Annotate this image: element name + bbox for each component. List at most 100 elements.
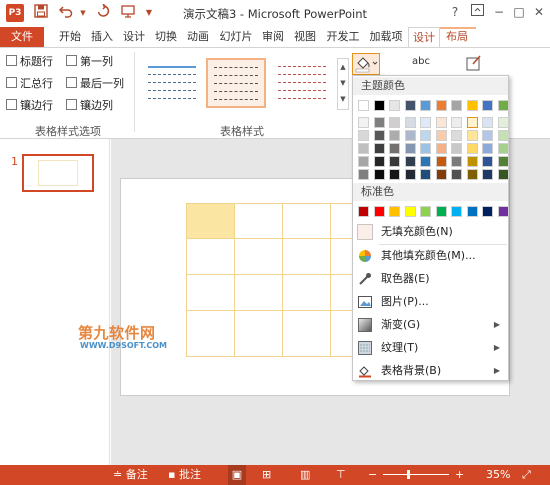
color-swatch[interactable] <box>420 117 431 128</box>
color-swatch[interactable] <box>389 169 400 180</box>
table-cell[interactable] <box>282 203 331 239</box>
slide-thumbnail[interactable] <box>22 154 94 192</box>
gallery-up-icon[interactable]: ▲ <box>338 59 348 75</box>
color-swatch[interactable] <box>420 100 431 111</box>
color-swatch[interactable] <box>466 206 478 217</box>
color-swatch[interactable] <box>497 169 509 180</box>
tab-slideshow[interactable]: 幻灯片 <box>216 27 256 47</box>
color-swatch[interactable] <box>358 206 369 217</box>
color-swatch[interactable] <box>373 206 385 217</box>
tab-table-layout[interactable]: 布局 <box>442 27 472 47</box>
color-swatch[interactable] <box>451 130 462 141</box>
color-swatch[interactable] <box>420 206 431 217</box>
color-swatch[interactable] <box>373 130 385 141</box>
table-cell[interactable] <box>186 310 235 357</box>
color-swatch[interactable] <box>404 143 416 154</box>
tab-addins[interactable]: 加载项 <box>366 27 406 47</box>
table-cell[interactable] <box>234 203 283 239</box>
color-swatch[interactable] <box>435 117 447 128</box>
color-swatch[interactable] <box>451 117 462 128</box>
tab-animations[interactable]: 动画 <box>184 27 212 47</box>
tab-developer[interactable]: 开发工 <box>323 27 363 47</box>
tab-transitions[interactable]: 切换 <box>152 27 180 47</box>
no-fill-item[interactable]: 无填充颜色(N) <box>353 221 508 243</box>
color-swatch[interactable] <box>404 169 416 180</box>
color-swatch[interactable] <box>404 206 416 217</box>
color-swatch[interactable] <box>466 117 478 128</box>
color-swatch[interactable] <box>435 100 447 111</box>
gallery-down-icon[interactable]: ▼ <box>338 75 348 91</box>
color-swatch[interactable] <box>420 130 431 141</box>
gallery-more-icon[interactable]: ▼ <box>338 91 348 107</box>
color-swatch[interactable] <box>358 143 369 154</box>
table-cell[interactable] <box>234 274 283 311</box>
color-swatch[interactable] <box>358 117 369 128</box>
normal-view-icon[interactable]: ▣ <box>228 465 246 485</box>
slideshow-icon[interactable]: ⊤ <box>336 465 346 485</box>
color-swatch[interactable] <box>435 130 447 141</box>
color-swatch[interactable] <box>482 130 493 141</box>
tab-design[interactable]: 设计 <box>120 27 148 47</box>
tab-file[interactable]: 文件 <box>0 27 44 47</box>
color-swatch[interactable] <box>389 130 400 141</box>
color-swatch[interactable] <box>482 156 493 167</box>
color-swatch[interactable] <box>451 100 462 111</box>
zoom-slider-thumb[interactable] <box>407 470 410 479</box>
color-swatch[interactable] <box>497 130 509 141</box>
table-background-item[interactable]: 表格背景(B) ▶ <box>353 360 508 382</box>
table-style-thumb-3[interactable] <box>272 58 332 108</box>
color-swatch[interactable] <box>358 156 369 167</box>
color-swatch[interactable] <box>482 117 493 128</box>
color-swatch[interactable] <box>358 130 369 141</box>
texture-item[interactable]: 纹理(T) ▶ <box>353 337 508 359</box>
tab-insert[interactable]: 插入 <box>88 27 116 47</box>
color-swatch[interactable] <box>482 100 493 111</box>
color-swatch[interactable] <box>451 169 462 180</box>
color-swatch[interactable] <box>389 156 400 167</box>
table-cell[interactable] <box>186 274 235 311</box>
table-style-thumb-selected[interactable] <box>206 58 266 108</box>
color-swatch[interactable] <box>466 156 478 167</box>
color-swatch[interactable] <box>404 100 416 111</box>
table-cell[interactable] <box>282 274 331 311</box>
close-button[interactable]: ✕ <box>530 3 548 21</box>
color-swatch[interactable] <box>373 169 385 180</box>
shading-button[interactable] <box>352 53 380 75</box>
color-swatch[interactable] <box>420 156 431 167</box>
color-swatch[interactable] <box>404 117 416 128</box>
table-cell-selected[interactable] <box>186 203 235 239</box>
tab-table-design[interactable]: 设计 <box>408 27 440 48</box>
color-swatch[interactable] <box>435 169 447 180</box>
reading-view-icon[interactable]: ▥ <box>300 465 310 485</box>
table-cell[interactable] <box>282 310 331 357</box>
color-swatch[interactable] <box>373 156 385 167</box>
eyedropper-item[interactable]: 取色器(E) <box>353 268 508 290</box>
minimize-button[interactable]: − <box>490 3 508 21</box>
tab-review[interactable]: 审阅 <box>259 27 287 47</box>
style-gallery-scroll[interactable]: ▲ ▼ ▼ <box>337 58 349 110</box>
color-swatch[interactable] <box>389 143 400 154</box>
table-style-thumb-1[interactable] <box>142 58 202 108</box>
color-swatch[interactable] <box>435 143 447 154</box>
color-swatch[interactable] <box>389 117 400 128</box>
slide-sorter-icon[interactable]: ⊞ <box>262 465 271 485</box>
color-swatch[interactable] <box>389 206 400 217</box>
color-swatch[interactable] <box>466 130 478 141</box>
zoom-slider[interactable] <box>383 474 449 475</box>
color-swatch[interactable] <box>358 169 369 180</box>
zoom-level[interactable]: 35% <box>486 465 510 485</box>
color-swatch[interactable] <box>466 143 478 154</box>
total-row-checkbox[interactable]: 汇总行 <box>6 76 53 92</box>
color-swatch[interactable] <box>497 117 509 128</box>
color-swatch[interactable] <box>420 143 431 154</box>
zoom-in-button[interactable]: + <box>455 465 464 485</box>
table-cell[interactable] <box>282 238 331 275</box>
color-swatch[interactable] <box>404 156 416 167</box>
zoom-out-button[interactable]: − <box>368 465 377 485</box>
color-swatch[interactable] <box>451 156 462 167</box>
color-swatch[interactable] <box>497 156 509 167</box>
color-swatch[interactable] <box>497 143 509 154</box>
banded-rows-checkbox[interactable]: 镶边行 <box>6 98 53 114</box>
comments-button[interactable]: ▪ 批注 <box>168 465 201 485</box>
header-row-checkbox[interactable]: 标题行 <box>6 54 53 70</box>
